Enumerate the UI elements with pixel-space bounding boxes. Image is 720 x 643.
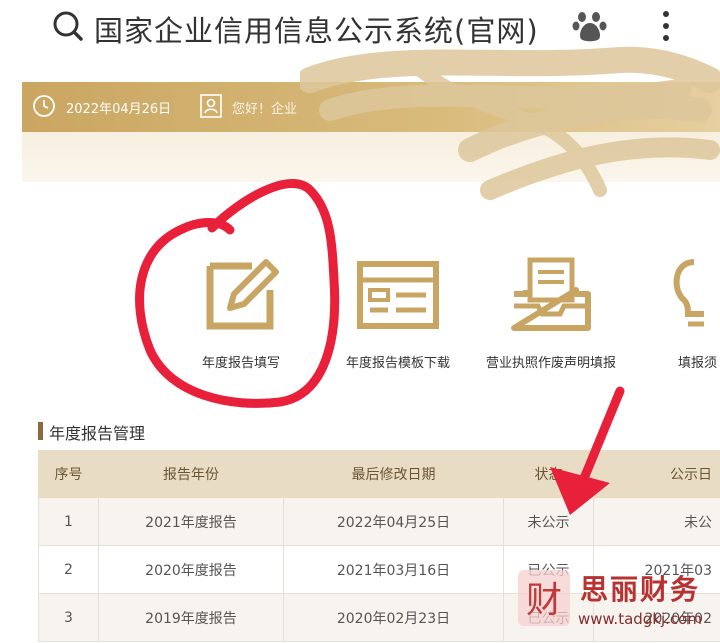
- header-index: 序号: [38, 450, 99, 498]
- search-query-text[interactable]: 国家企业信用信息公示系统(官网): [94, 8, 539, 50]
- edit-icon: [206, 259, 279, 330]
- more-vertical-icon[interactable]: [656, 6, 676, 46]
- user-card-icon: [200, 94, 222, 118]
- header-report-year: 报告年份: [98, 450, 284, 498]
- header-last-modified: 最后修改日期: [283, 450, 504, 498]
- function-template-download[interactable]: 年度报告模板下载: [318, 250, 478, 380]
- section-marker: [38, 422, 43, 440]
- brand-name: 思丽财务: [580, 573, 701, 606]
- bulb-icon: [673, 259, 704, 327]
- search-icon[interactable]: [52, 10, 84, 42]
- function-filing-notice[interactable]: 填报须: [628, 250, 720, 380]
- cell-last-modified: 2021年03月16日: [283, 545, 504, 594]
- cell-report-year[interactable]: 2019年度报告: [98, 593, 284, 642]
- section-title: 年度报告管理: [49, 424, 146, 443]
- top-search-bar: 国家企业信用信息公示系统(官网): [0, 0, 720, 58]
- header-date: 2022年04月26日: [66, 102, 172, 117]
- tray-icon: [511, 257, 591, 331]
- function-label: 营业执照作废声明填报: [485, 356, 616, 371]
- table-header-row: 序号 报告年份 最后修改日期 状态 公示日: [38, 450, 720, 498]
- brand-url: www.tadgkj.com: [578, 610, 702, 628]
- function-label: 年度报告填写: [201, 356, 280, 371]
- header-subband: [22, 132, 720, 182]
- brand-logo: 财: [518, 570, 570, 626]
- header-publish-date: 公示日: [593, 450, 720, 498]
- cell-last-modified: 2020年02月23日: [283, 593, 504, 642]
- cell-publish-date: 未公: [593, 497, 720, 546]
- cell-report-year[interactable]: 2020年度报告: [98, 545, 284, 594]
- header-status: 状态: [503, 450, 594, 498]
- cell-index: 2: [38, 545, 99, 594]
- cell-index: 3: [38, 593, 99, 642]
- header-greeting: 您好！企业: [232, 102, 298, 117]
- function-label: 年度报告模板下载: [345, 356, 450, 371]
- paw-icon[interactable]: [572, 9, 608, 45]
- function-license-void-statement[interactable]: 营业执照作废声明填报: [471, 250, 631, 380]
- clock-icon: [33, 95, 55, 117]
- cell-status: 未公示: [503, 497, 594, 546]
- table-row[interactable]: 1 2021年度报告 2022年04月25日 未公示 未公: [38, 497, 720, 546]
- brand-logo-text: 财: [526, 580, 562, 621]
- header-band: 2022年04月26日 您好！企业: [22, 82, 720, 132]
- template-icon: [357, 261, 439, 329]
- function-annual-report-fill[interactable]: 年度报告填写: [161, 250, 321, 380]
- cell-report-year[interactable]: 2021年度报告: [98, 497, 284, 546]
- cell-index: 1: [38, 497, 99, 546]
- cell-last-modified: 2022年04月25日: [283, 497, 504, 546]
- function-label: 填报须: [678, 356, 718, 371]
